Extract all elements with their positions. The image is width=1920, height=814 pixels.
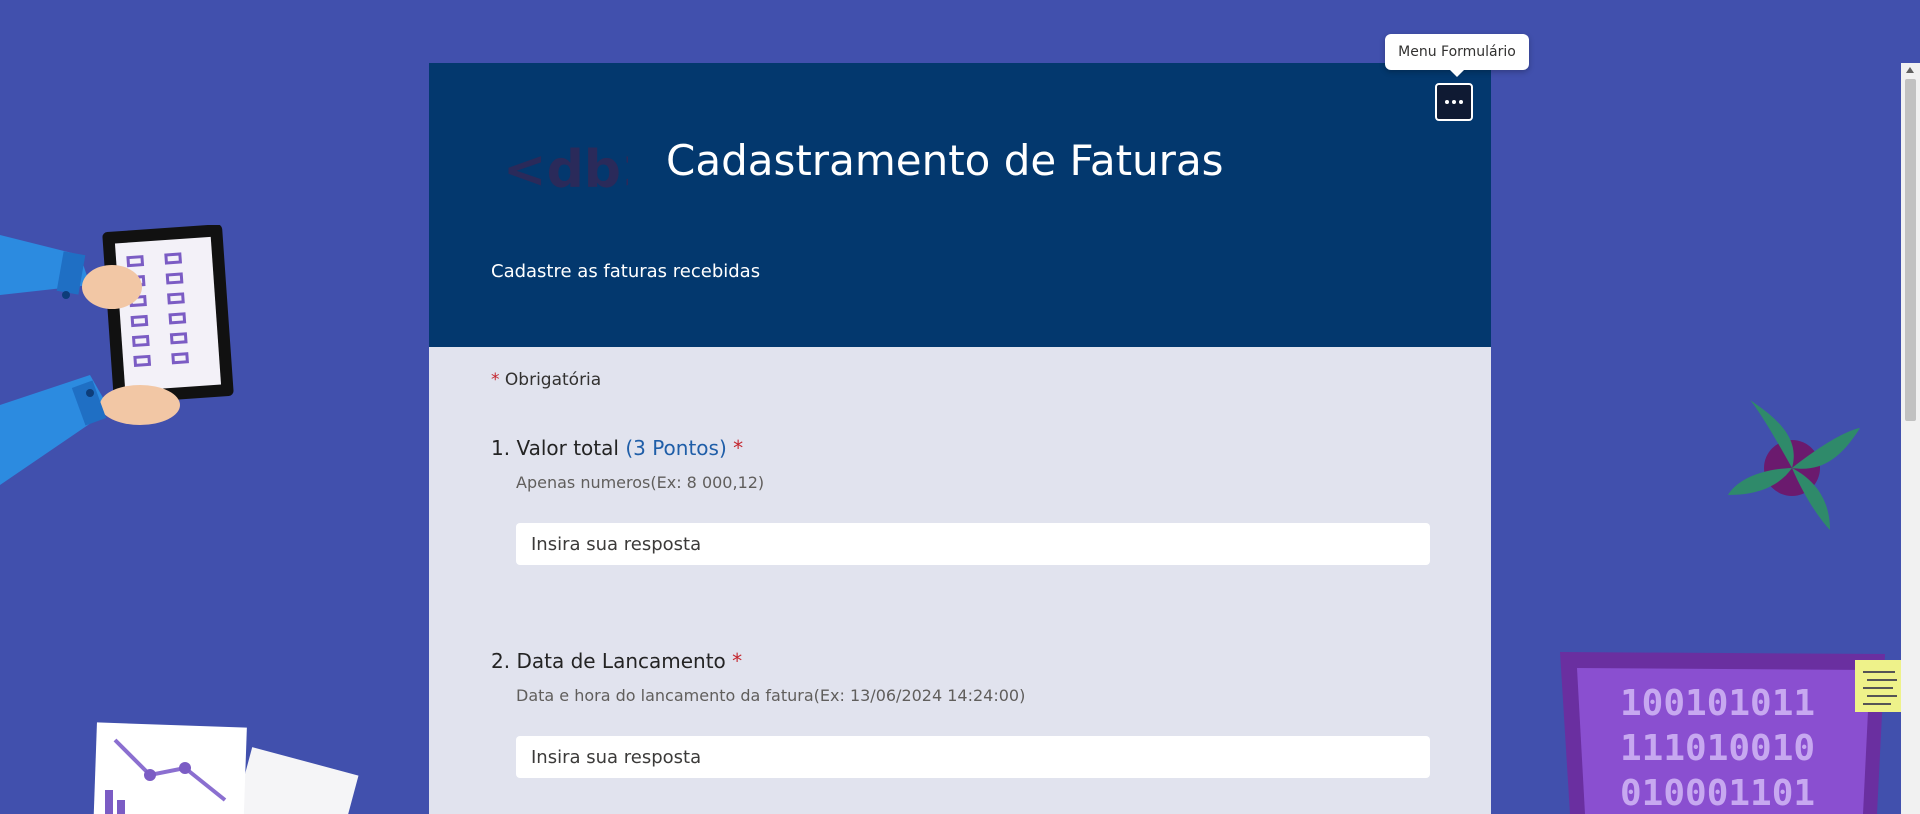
db-logo: <db> [503,140,628,197]
required-note-label: Obrigatória [504,370,602,390]
form-subtitle: Cadastre as faturas recebidas [491,261,761,282]
question-help-text: Data e hora do lancamento da fatura(Ex: … [516,686,1026,705]
required-marker: * [491,370,500,390]
plant-leaf-illustration [1728,400,1860,530]
form-card: <db> Cadastramento de Faturas Cadastre a… [429,63,1491,814]
laptop-binary-line-2: 111010010 [1620,728,1815,769]
question-title: 2. Data de Lancamento * [491,647,1431,675]
question-points: (3 Pontos) [625,436,727,460]
question-2: 2. Data de Lancamento * Data e hora do l… [491,647,1431,778]
valor-total-input[interactable] [516,523,1430,565]
required-marker: * [733,436,744,460]
question-1: 1. Valor total (3 Pontos) * Apenas numer… [491,434,1431,565]
form-title: Cadastramento de Faturas [666,136,1224,185]
laptop-binary-line-1: 100101011 [1620,683,1815,724]
question-number: 1. [491,436,511,460]
chart-papers-illustration [93,722,359,814]
form-menu-button[interactable] [1435,83,1473,121]
scrollbar-thumb[interactable] [1905,79,1916,421]
menu-tooltip: Menu Formulário [1385,34,1529,77]
tablet-illustration [0,225,234,485]
page-scrollbar[interactable] [1901,63,1920,814]
laptop-binary-line-3: 010001101 [1620,773,1815,814]
data-lancamento-input[interactable] [516,736,1430,778]
laptop-binary-illustration: 100101011 111010010 010001101 [1560,652,1905,814]
svg-text:<db>: <db> [503,140,628,197]
question-label: Valor total [516,436,619,460]
scroll-up-arrow-icon[interactable] [1906,67,1914,73]
question-label: Data de Lancamento [516,649,726,673]
question-number: 2. [491,649,511,673]
required-note: * Obrigatória [491,370,601,390]
question-title: 1. Valor total (3 Pontos) * [491,434,1431,462]
required-marker: * [732,649,743,673]
form-header: <db> Cadastramento de Faturas Cadastre a… [429,63,1491,347]
question-help-text: Apenas numeros(Ex: 8 000,12) [516,473,765,492]
more-horizontal-icon [1445,100,1449,104]
